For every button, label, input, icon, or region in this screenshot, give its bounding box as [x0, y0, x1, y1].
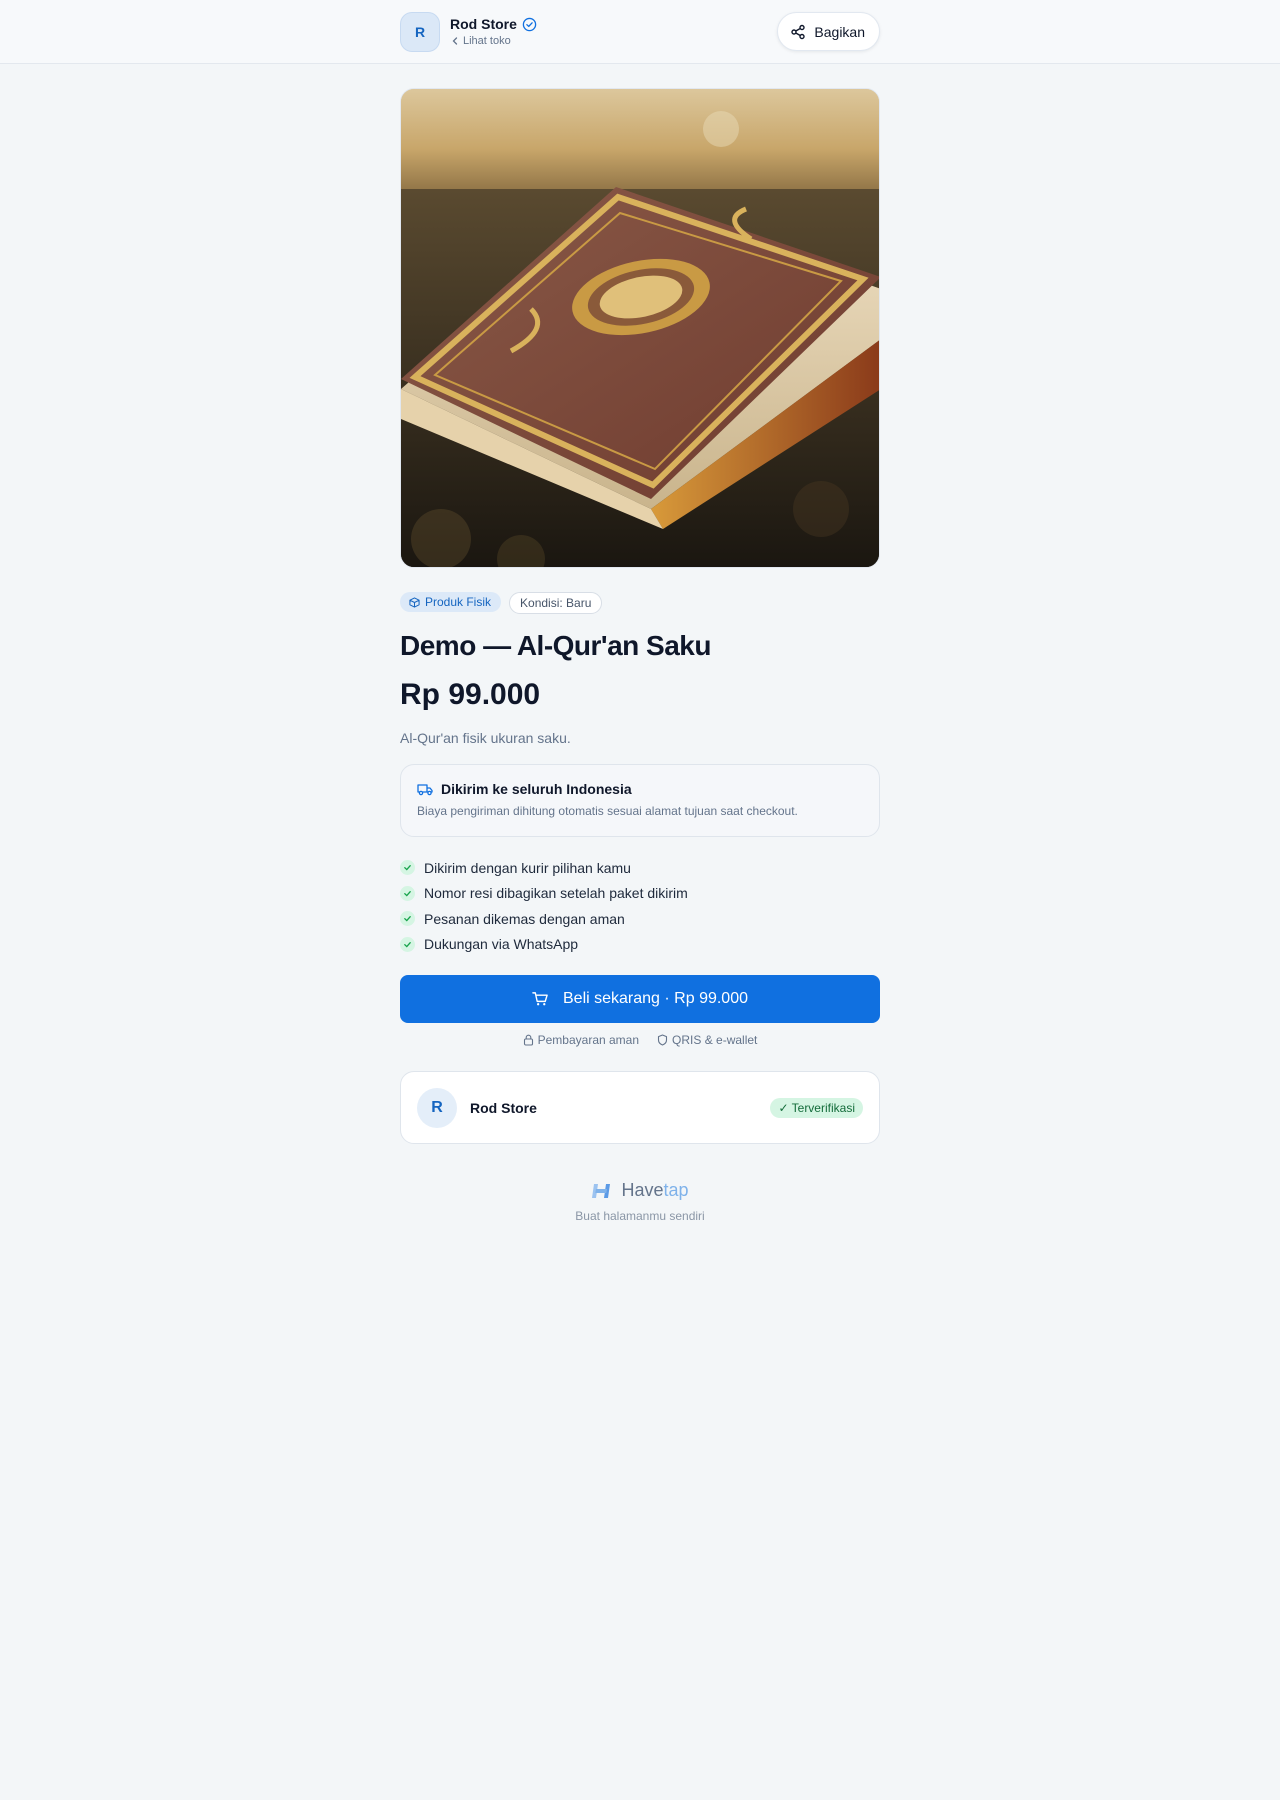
shipping-info-box: Dikirim ke seluruh Indonesia Biaya pengi…: [400, 764, 880, 837]
feature-list: Dikirim dengan kurir pilihan kamu Nomor …: [400, 855, 880, 957]
feature-item: Dikirim dengan kurir pilihan kamu: [400, 855, 880, 881]
shipping-subtitle: Biaya pengiriman dihitung otomatis sesua…: [417, 804, 798, 818]
store-name: Rod Store: [450, 16, 517, 32]
cart-icon: [532, 992, 548, 1006]
box-icon: [409, 596, 420, 608]
view-store-label: Lihat toko: [463, 35, 511, 47]
verified-badge: ✓ Terverifikasi: [770, 1098, 863, 1118]
brand-name-part2: tap: [663, 1180, 689, 1200]
shipping-title: Dikirim ke seluruh Indonesia: [441, 781, 632, 797]
feature-item: Dukungan via WhatsApp: [400, 932, 880, 958]
check-icon: [400, 936, 415, 952]
secure-payment-label: Pembayaran aman: [537, 1033, 640, 1047]
share-label: Bagikan: [814, 23, 865, 40]
store-card-avatar: R: [417, 1088, 457, 1128]
shield-icon: [657, 1034, 668, 1046]
product-tags: Produk Fisik Kondisi: Baru: [400, 592, 880, 614]
trust-indicators: Pembayaran aman QRIS & e-wallet: [400, 1033, 880, 1047]
brand-name-part1: Have: [621, 1180, 664, 1200]
payment-methods-label: QRIS & e-wallet: [672, 1033, 758, 1047]
view-store-link[interactable]: Lihat toko: [450, 35, 511, 47]
shipping-title-row: Dikirim ke seluruh Indonesia: [417, 781, 863, 797]
feature-text: Nomor resi dibagikan setelah paket dikir…: [424, 885, 688, 902]
product-description: Al-Qur'an fisik ukuran saku.: [400, 730, 571, 746]
feature-item: Pesanan dikemas dengan aman: [400, 906, 880, 932]
top-bar-content: R Rod Store Lihat toko Bagikan: [400, 12, 880, 52]
store-avatar[interactable]: R: [400, 12, 440, 52]
feature-text: Dukungan via WhatsApp: [424, 936, 579, 953]
verified-check-icon: [522, 17, 537, 31]
payment-methods-note: QRIS & e-wallet: [657, 1033, 757, 1047]
buy-now-label: Beli sekarang · Rp 99.000: [563, 990, 748, 1007]
feature-text: Pesanan dikemas dengan aman: [424, 910, 625, 927]
top-bar: R Rod Store Lihat toko Bagikan: [0, 0, 1280, 64]
secure-payment-note: Pembayaran aman: [523, 1033, 639, 1047]
feature-text: Dikirim dengan kurir pilihan kamu: [424, 859, 631, 876]
check-icon: [400, 885, 415, 901]
buy-now-button[interactable]: Beli sekarang · Rp 99.000: [400, 975, 880, 1023]
product-image[interactable]: [400, 88, 880, 568]
check-icon: [400, 860, 415, 876]
havetap-logo-icon: [592, 1183, 611, 1198]
brand-tagline: Buat halamanmu sendiri: [575, 1209, 705, 1223]
brand-name: Havetap: [621, 1180, 688, 1201]
condition-chip: Kondisi: Baru: [509, 592, 603, 614]
truck-icon: [417, 784, 433, 796]
product-type-chip: Produk Fisik: [400, 592, 502, 612]
share-icon: [791, 24, 806, 39]
product-type-label: Produk Fisik: [425, 595, 492, 609]
product-main: Produk Fisik Kondisi: Baru Demo — Al-Qur…: [400, 88, 880, 1223]
store-card[interactable]: R Rod Store ✓ Terverifikasi: [400, 1071, 880, 1144]
store-card-name: Rod Store: [470, 1100, 537, 1116]
product-price: Rp 99.000: [400, 678, 541, 711]
store-title[interactable]: Rod Store: [450, 16, 537, 32]
footer: Havetap Buat halamanmu sendiri: [400, 1180, 880, 1223]
havetap-brand-link[interactable]: Havetap: [400, 1180, 880, 1201]
check-icon: [400, 911, 415, 927]
feature-item: Nomor resi dibagikan setelah paket dikir…: [400, 881, 880, 907]
lock-icon: [523, 1034, 533, 1046]
product-title: Demo — Al-Qur'an Saku: [400, 630, 711, 661]
chevron-left-icon: [452, 37, 458, 45]
quran-book-illustration: [401, 89, 879, 567]
share-button[interactable]: Bagikan: [777, 12, 880, 51]
